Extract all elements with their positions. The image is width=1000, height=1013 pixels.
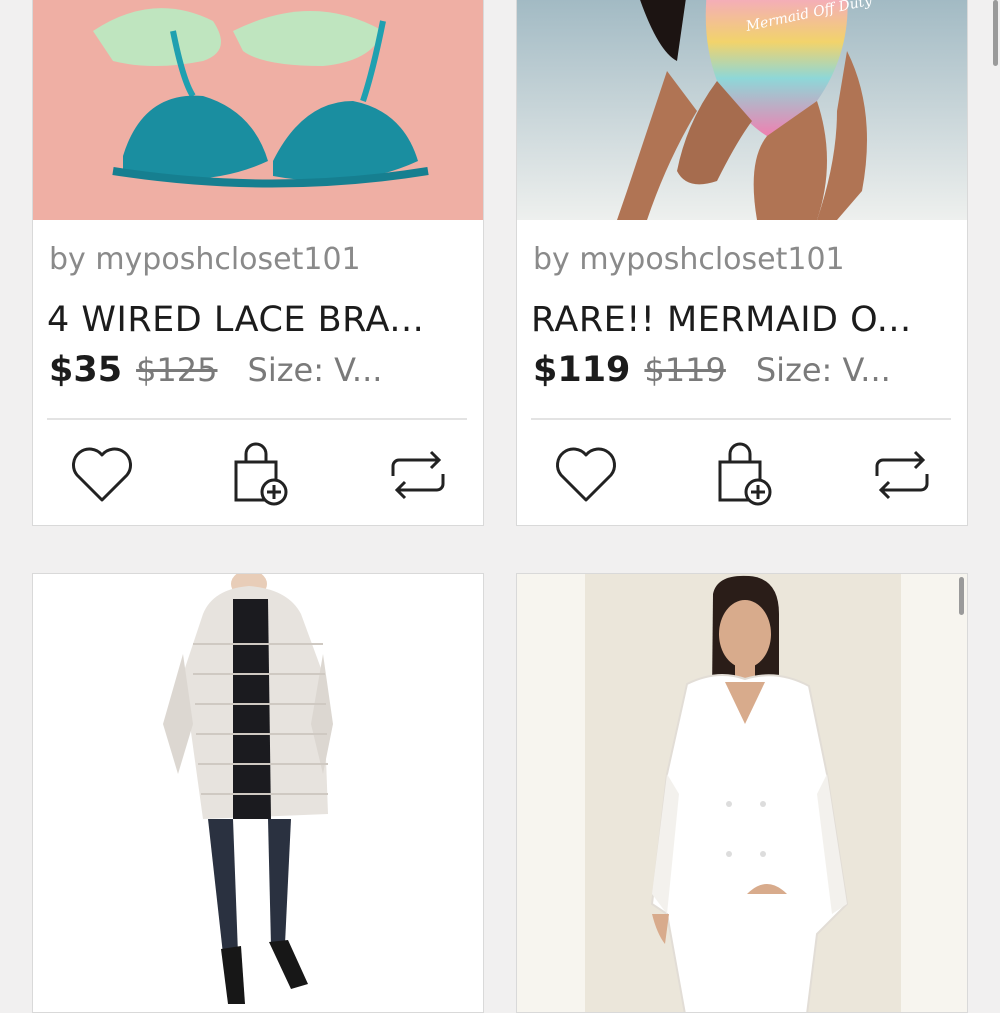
bag-plus-icon	[718, 442, 772, 506]
size-label: Size: V...	[755, 351, 891, 389]
puffer-coat-photo	[33, 574, 483, 1012]
listing-card[interactable]	[516, 573, 968, 1013]
price: $35	[49, 350, 123, 390]
divider	[47, 418, 467, 420]
heart-icon	[72, 447, 132, 502]
listing-title[interactable]: RARE!! MERMAID O...	[531, 300, 912, 340]
original-price: $119	[644, 351, 726, 389]
listing-card[interactable]: Mermaid Off Duty by myposhcloset101 RARE…	[516, 0, 968, 526]
price-row: $35 $125 Size: V...	[49, 350, 382, 390]
scrollbar-thumb[interactable]	[959, 577, 964, 615]
seller-name[interactable]: by myposhcloset101	[49, 242, 361, 277]
listing-photo[interactable]	[517, 574, 967, 1012]
share-button[interactable]	[383, 440, 453, 510]
share-button[interactable]	[867, 440, 937, 510]
bag-plus-icon	[234, 442, 288, 506]
scrollbar-top[interactable]	[993, 0, 998, 66]
share-icon	[391, 450, 445, 500]
original-price: $125	[136, 351, 218, 389]
share-icon	[875, 450, 929, 500]
like-button[interactable]	[551, 440, 621, 510]
listing-photo[interactable]	[33, 0, 483, 220]
like-button[interactable]	[67, 440, 137, 510]
listing-card[interactable]: by myposhcloset101 4 WIRED LACE BRA... $…	[32, 0, 484, 526]
listing-card[interactable]	[32, 573, 484, 1013]
price-row: $119 $119 Size: V...	[533, 350, 891, 390]
listing-title[interactable]: 4 WIRED LACE BRA...	[47, 300, 424, 340]
bras-photo	[33, 0, 483, 220]
seller-name[interactable]: by myposhcloset101	[533, 242, 845, 277]
rainbow-swimsuit-photo: Mermaid Off Duty	[517, 0, 967, 220]
add-to-bundle-button[interactable]	[225, 440, 295, 510]
listing-photo[interactable]	[33, 574, 483, 1012]
price: $119	[533, 350, 631, 390]
divider	[531, 418, 951, 420]
heart-icon	[556, 447, 616, 502]
size-label: Size: V...	[247, 351, 383, 389]
listing-photo[interactable]: Mermaid Off Duty	[517, 0, 967, 220]
white-coat-photo	[517, 574, 967, 1012]
add-to-bundle-button[interactable]	[709, 440, 779, 510]
